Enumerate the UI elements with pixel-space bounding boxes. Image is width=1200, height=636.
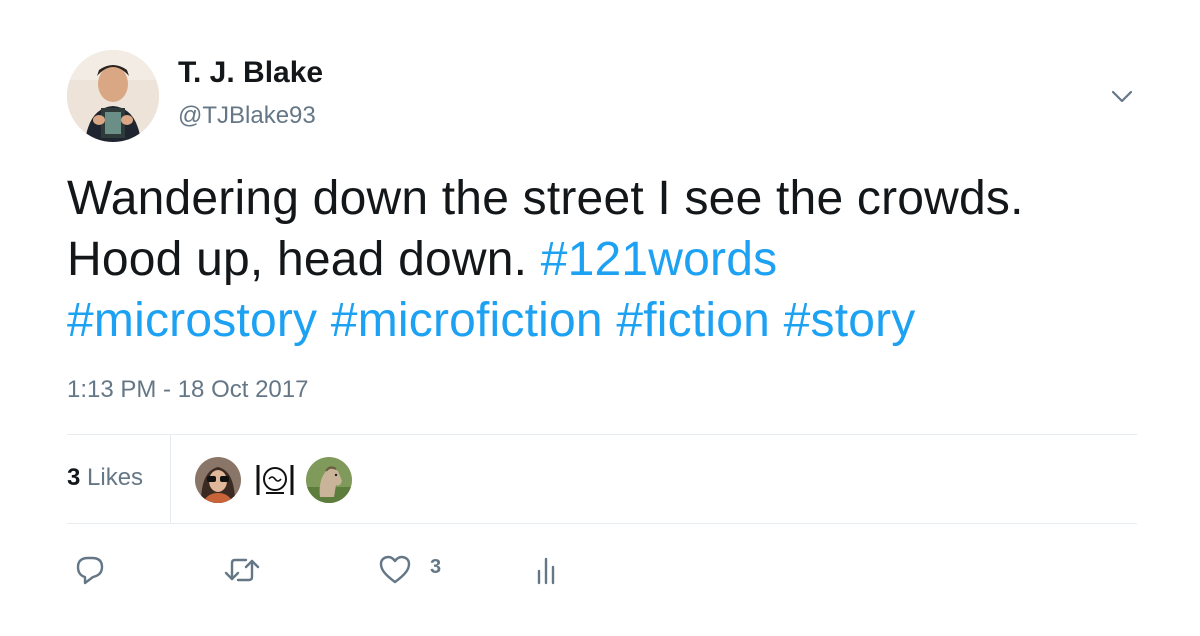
likes-label: Likes xyxy=(87,464,144,491)
tweet-card: T. J. Blake @TJBlake93 Wandering down th… xyxy=(0,0,1200,636)
like-button[interactable] xyxy=(378,553,412,587)
divider xyxy=(67,434,1137,435)
hashtag-link[interactable]: #story xyxy=(784,294,916,347)
author-handle[interactable]: @TJBlake93 xyxy=(178,102,316,130)
reply-button[interactable] xyxy=(74,553,106,587)
liker-avatar-horse[interactable] xyxy=(306,457,352,503)
hashtag-link[interactable]: #fiction xyxy=(616,294,770,347)
analytics-button[interactable] xyxy=(534,553,558,587)
author-avatar[interactable] xyxy=(67,50,159,142)
retweet-icon xyxy=(224,558,260,582)
tweet-timestamp[interactable]: 1:13 PM - 18 Oct 2017 xyxy=(67,376,308,404)
chevron-down-icon[interactable] xyxy=(1108,82,1136,110)
liker-avatar-121words-logo[interactable] xyxy=(252,457,298,503)
divider xyxy=(67,523,1137,524)
stats-separator xyxy=(170,435,171,523)
likes-number: 3 xyxy=(67,464,81,491)
author-display-name[interactable]: T. J. Blake xyxy=(178,56,323,90)
tweet-text: Wandering down the street I see the crow… xyxy=(67,168,1147,351)
hashtag-link[interactable]: #microstory xyxy=(67,294,317,347)
retweet-button[interactable] xyxy=(222,553,262,587)
heart-icon xyxy=(379,555,411,584)
like-count: 3 xyxy=(430,556,442,578)
hashtag-link[interactable]: #121words xyxy=(541,233,778,286)
liker-avatar-woman[interactable] xyxy=(195,457,241,503)
analytics-icon xyxy=(537,557,555,585)
reply-icon xyxy=(76,556,104,585)
likes-count-link[interactable]: 3 Likes xyxy=(67,464,143,492)
hashtag-link[interactable]: #microfiction xyxy=(331,294,603,347)
